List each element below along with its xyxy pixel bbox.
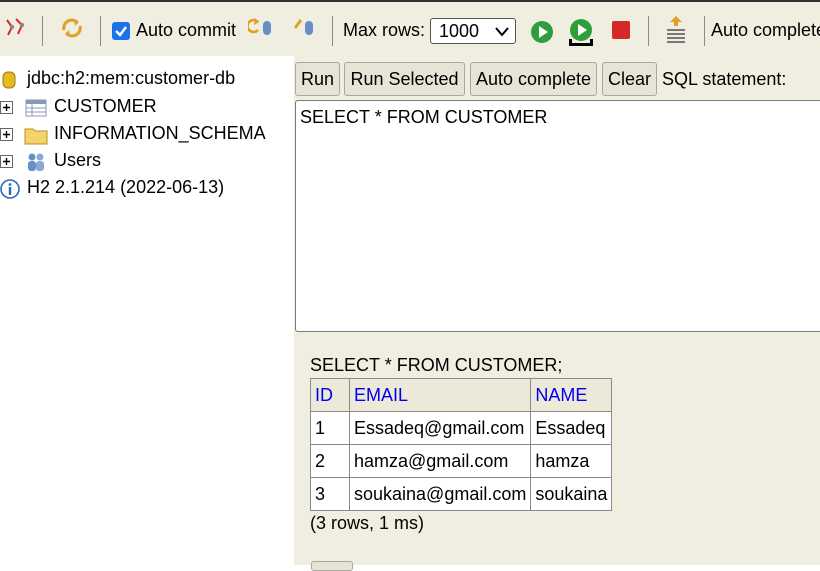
toolbar-separator xyxy=(332,16,333,46)
history-icon[interactable] xyxy=(664,14,688,49)
tree-version: H2 2.1.214 (2022-06-13) xyxy=(0,177,294,201)
table-cell: hamza xyxy=(530,444,613,478)
max-rows-label: Max rows: xyxy=(343,20,426,40)
result-statement: SELECT * FROM CUSTOMER; xyxy=(310,355,563,375)
auto-complete-button[interactable]: Auto complete xyxy=(470,62,597,96)
rollback-icon[interactable] xyxy=(246,16,274,43)
version-text: H2 2.1.214 (2022-06-13) xyxy=(27,177,225,197)
toolbar-separator xyxy=(648,16,649,46)
tree-item-customer[interactable]: CUSTOMER xyxy=(0,96,294,120)
column-header-name[interactable]: NAME xyxy=(530,378,613,412)
stop-icon[interactable] xyxy=(610,19,632,46)
refresh-icon[interactable] xyxy=(60,16,84,45)
sql-editor-text[interactable]: SELECT * FROM CUSTOMER xyxy=(300,107,547,128)
schema-tree: jdbc:h2:mem:customer-db CUSTOMER INFORMA… xyxy=(0,56,294,565)
table-cell: soukaina@gmail.com xyxy=(348,477,532,511)
results-table: ID EMAIL NAME 1 Essadeq@gmail.com Essade… xyxy=(310,378,613,511)
users-icon xyxy=(28,153,44,171)
commit-icon[interactable] xyxy=(292,16,318,43)
tree-item-label: INFORMATION_SCHEMA xyxy=(54,123,266,143)
sql-editor[interactable]: SELECT * FROM CUSTOMER xyxy=(295,100,820,332)
table-icon xyxy=(25,99,47,117)
table-cell: Essadeq xyxy=(530,411,613,445)
clear-button[interactable]: Clear xyxy=(602,62,657,96)
result-info: (3 rows, 1 ms) xyxy=(310,513,425,533)
toolbar-separator xyxy=(100,16,101,46)
tree-item-label: Users xyxy=(54,150,102,170)
tree-item-information-schema[interactable]: INFORMATION_SCHEMA xyxy=(0,123,294,147)
max-rows-value: 1000 xyxy=(439,21,480,41)
table-cell: 1 xyxy=(310,411,350,445)
database-icon xyxy=(2,71,16,89)
expand-plus-icon[interactable] xyxy=(0,155,13,168)
table-cell: 2 xyxy=(310,444,350,478)
disconnect-icon[interactable] xyxy=(4,16,26,43)
table-cell: soukaina xyxy=(530,477,613,511)
table-cell: hamza@gmail.com xyxy=(348,444,532,478)
folder-icon xyxy=(24,128,48,145)
tree-connection[interactable]: jdbc:h2:mem:customer-db xyxy=(0,68,294,92)
table-cell: 3 xyxy=(310,477,350,511)
connection-url: jdbc:h2:mem:customer-db xyxy=(27,68,236,88)
table-cell: Essadeq@gmail.com xyxy=(348,411,532,445)
run-selected-button[interactable]: Run Selected xyxy=(344,62,465,96)
sql-statement-label: SQL statement: xyxy=(662,69,787,89)
max-rows-select[interactable]: 1000 xyxy=(430,18,516,44)
run-icon[interactable] xyxy=(530,20,554,49)
tree-item-users[interactable]: Users xyxy=(0,150,294,174)
auto-commit-checkbox[interactable] xyxy=(112,22,130,40)
table-row: 3 soukaina@gmail.com soukaina xyxy=(310,477,613,511)
auto-commit-label[interactable]: Auto commit xyxy=(136,20,236,41)
run-button[interactable]: Run xyxy=(295,62,340,96)
expand-plus-icon[interactable] xyxy=(0,101,13,114)
toolbar-separator xyxy=(704,16,705,46)
header-row: ID EMAIL NAME xyxy=(310,378,613,412)
table-row: 1 Essadeq@gmail.com Essadeq xyxy=(310,411,613,445)
table-row: 2 hamza@gmail.com hamza xyxy=(310,444,613,478)
run-selected-icon[interactable] xyxy=(567,18,595,53)
tree-item-label: CUSTOMER xyxy=(54,96,157,116)
results-action-button[interactable] xyxy=(311,561,353,571)
column-header-email[interactable]: EMAIL xyxy=(348,378,532,412)
column-header-id[interactable]: ID xyxy=(310,378,350,412)
auto-complete-toolbar-label[interactable]: Auto complete xyxy=(711,20,820,41)
info-icon xyxy=(0,179,20,199)
toolbar-separator xyxy=(42,16,43,46)
toolbar: Auto commit Max rows: 1000 Auto complete xyxy=(0,2,820,56)
chevron-down-icon xyxy=(495,27,509,37)
expand-plus-icon[interactable] xyxy=(0,128,13,141)
